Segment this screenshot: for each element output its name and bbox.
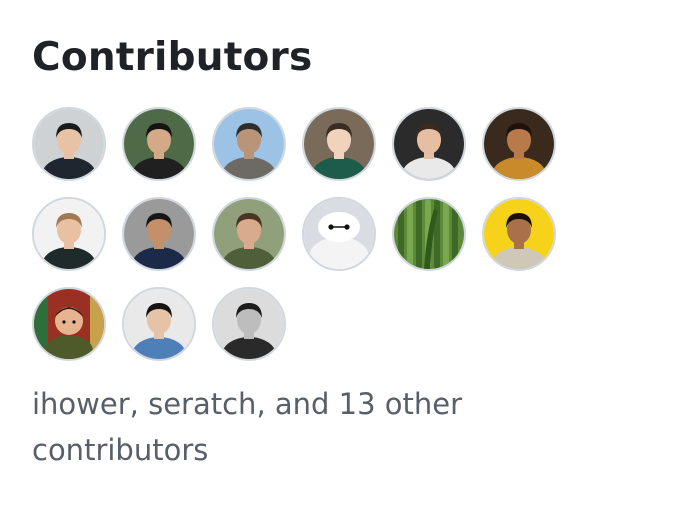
contributors-section: Contributors ihower, seratch, and 13 oth… <box>32 32 652 473</box>
avatar-photo-icon <box>34 109 104 179</box>
contributor-avatar[interactable] <box>302 107 376 181</box>
contributor-avatar[interactable] <box>392 107 466 181</box>
contributor-avatar[interactable] <box>302 197 376 271</box>
contributor-avatar[interactable] <box>212 197 286 271</box>
contributor-avatar[interactable] <box>32 107 106 181</box>
contributor-avatar[interactable] <box>482 107 556 181</box>
avatar-robot-icon <box>304 199 374 269</box>
contributor-avatar[interactable] <box>32 197 106 271</box>
avatar-photo-icon <box>484 199 554 269</box>
avatar-photo-icon <box>214 109 284 179</box>
avatar-grid <box>32 107 556 361</box>
contributors-heading[interactable]: Contributors <box>32 32 652 84</box>
contributor-avatar[interactable] <box>482 197 556 271</box>
contributor-avatar[interactable] <box>392 197 466 271</box>
avatar-cartoon-icon <box>34 289 104 359</box>
contributor-avatar[interactable] <box>122 197 196 271</box>
avatar-photo-icon <box>124 199 194 269</box>
contributor-avatar[interactable] <box>122 107 196 181</box>
contributors-summary[interactable]: ihower, seratch, and 13 other contributo… <box>32 381 472 473</box>
contributor-avatar[interactable] <box>212 107 286 181</box>
avatar-photo-icon <box>304 109 374 179</box>
avatar-photo-icon <box>214 199 284 269</box>
contributor-avatar[interactable] <box>122 287 196 361</box>
avatar-photo-icon <box>124 289 194 359</box>
avatar-photo-icon <box>124 109 194 179</box>
contributor-avatar[interactable] <box>32 287 106 361</box>
avatar-cactus-icon <box>394 199 464 269</box>
avatar-photo-icon <box>484 109 554 179</box>
avatar-photo-icon <box>214 289 284 359</box>
contributor-avatar[interactable] <box>212 287 286 361</box>
avatar-photo-icon <box>394 109 464 179</box>
avatar-photo-icon <box>34 199 104 269</box>
